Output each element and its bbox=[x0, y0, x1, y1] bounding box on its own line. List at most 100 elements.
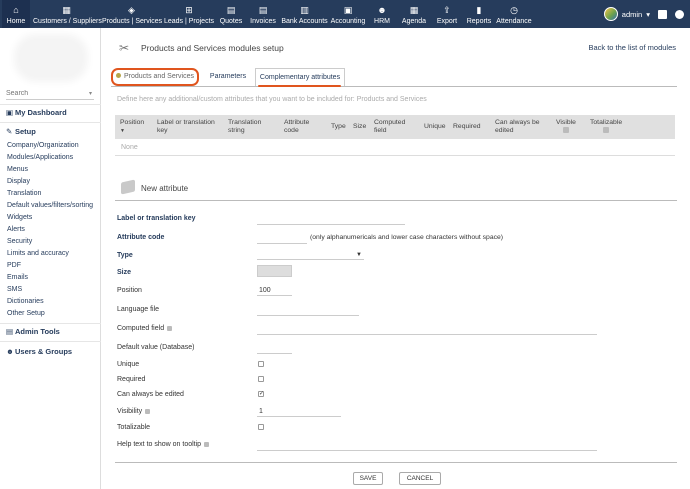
sidebar-item-users-groups[interactable]: ☻Users & Groups bbox=[6, 347, 72, 356]
label-key-input[interactable] bbox=[257, 214, 405, 225]
chevron-down-icon[interactable]: ▾ bbox=[646, 10, 650, 19]
table-header: Position ▼ Label or translation key Trans… bbox=[115, 115, 675, 139]
sidebar-item-emails[interactable]: Emails bbox=[7, 274, 28, 281]
size-input[interactable] bbox=[257, 265, 292, 277]
required-label: Required bbox=[117, 376, 146, 383]
totalizable-checkbox[interactable] bbox=[258, 424, 264, 430]
sidebar-item-alerts[interactable]: Alerts bbox=[7, 226, 25, 233]
column-computed[interactable]: Computed field bbox=[374, 119, 410, 135]
column-position[interactable]: Position ▼ bbox=[120, 119, 144, 135]
type-select[interactable]: ▼ bbox=[257, 250, 364, 260]
help-text-input[interactable] bbox=[257, 440, 597, 451]
top-navigation-bar: ⌂ Home ▦ Customers / Suppliers ◈ Product… bbox=[0, 0, 690, 28]
language-file-input[interactable] bbox=[257, 305, 359, 316]
search-input[interactable] bbox=[6, 88, 94, 100]
invoice-icon: ▤ bbox=[258, 5, 268, 15]
tab-products-and-services[interactable]: Products and Services bbox=[111, 68, 199, 86]
nav-reports[interactable]: ▮ Reports bbox=[466, 0, 492, 28]
chevron-down-icon[interactable]: ▾ bbox=[89, 90, 92, 97]
nav-leads-projects[interactable]: ⊞ Leads | Projects bbox=[163, 0, 215, 28]
nav-invoices[interactable]: ▤ Invoices bbox=[248, 0, 278, 28]
size-label: Size bbox=[117, 269, 132, 276]
nav-agenda[interactable]: ▦ Agenda bbox=[400, 0, 428, 28]
nav-accounting[interactable]: ▣ Accounting bbox=[330, 0, 366, 28]
unique-checkbox[interactable] bbox=[258, 361, 264, 367]
tabs-divider bbox=[111, 86, 677, 87]
cube-icon: ◈ bbox=[128, 5, 135, 15]
form-divider bbox=[115, 200, 677, 201]
column-required[interactable]: Required bbox=[453, 123, 481, 131]
sidebar-item-pdf[interactable]: PDF bbox=[7, 262, 21, 269]
column-visible[interactable]: Visible bbox=[556, 119, 576, 136]
nav-bank-accounts[interactable]: ▥ Bank Accounts bbox=[281, 0, 328, 28]
save-button[interactable]: SAVE bbox=[353, 472, 383, 485]
default-value-input[interactable] bbox=[257, 343, 292, 354]
sidebar-divider bbox=[0, 104, 101, 105]
page-title: Products and Services modules setup bbox=[141, 43, 284, 53]
sidebar-item-setup[interactable]: ✎ Setup bbox=[6, 127, 36, 136]
tab-complementary-attributes[interactable]: Complementary attributes bbox=[255, 68, 345, 86]
column-attribute-code[interactable]: Attribute code bbox=[284, 119, 320, 135]
sidebar-divider bbox=[0, 323, 101, 324]
sidebar-item-default-values[interactable]: Default values/filters/sorting bbox=[7, 202, 93, 209]
logout-icon[interactable] bbox=[675, 9, 684, 19]
sidebar-item-display[interactable]: Display bbox=[7, 178, 30, 185]
label-key-label: Label or translation key bbox=[117, 215, 196, 222]
tab-parameters[interactable]: Parameters bbox=[205, 68, 251, 86]
column-translation[interactable]: Translation string bbox=[228, 119, 268, 135]
chevron-down-icon: ▼ bbox=[356, 252, 362, 258]
help-icon[interactable] bbox=[204, 441, 210, 447]
company-logo bbox=[20, 40, 82, 76]
print-icon[interactable] bbox=[658, 9, 667, 19]
nav-attendance[interactable]: ◷ Attendance bbox=[496, 0, 532, 28]
username[interactable]: admin bbox=[622, 10, 642, 19]
nav-hrm[interactable]: ☻ HRM bbox=[370, 0, 394, 28]
attribute-code-input[interactable] bbox=[257, 233, 307, 244]
tools-icon: ✂ bbox=[119, 41, 130, 55]
visibility-input[interactable] bbox=[257, 406, 341, 417]
sidebar-item-sms[interactable]: SMS bbox=[7, 286, 22, 293]
sidebar-item-security[interactable]: Security bbox=[7, 238, 32, 245]
help-icon[interactable] bbox=[145, 408, 151, 414]
position-input[interactable] bbox=[257, 285, 292, 296]
export-icon: ⇪ bbox=[443, 5, 451, 15]
sidebar-item-my-dashboard[interactable]: ▣ My Dashboard bbox=[6, 108, 67, 117]
cancel-button[interactable]: CANCEL bbox=[399, 472, 441, 485]
type-label: Type bbox=[117, 252, 133, 259]
nav-export[interactable]: ⇪ Export bbox=[434, 0, 460, 28]
sidebar-item-other-setup[interactable]: Other Setup bbox=[7, 310, 45, 317]
sidebar-item-modules[interactable]: Modules/Applications bbox=[7, 154, 73, 161]
home-icon: ⌂ bbox=[13, 5, 19, 15]
column-always-edited[interactable]: Can always be edited bbox=[495, 119, 545, 135]
column-totalizable[interactable]: Totalizable bbox=[590, 119, 622, 136]
language-file-label: Language file bbox=[117, 306, 160, 313]
sidebar-item-company[interactable]: Company/Organization bbox=[7, 142, 79, 149]
intro-text: Define here any additional/custom attrib… bbox=[117, 96, 427, 103]
clock-icon: ◷ bbox=[510, 5, 518, 15]
column-unique[interactable]: Unique bbox=[424, 123, 446, 131]
attribute-code-note: (only alphanumericals and lower case cha… bbox=[310, 234, 504, 241]
nav-home[interactable]: ⌂ Home bbox=[2, 0, 30, 28]
column-type[interactable]: Type bbox=[331, 123, 346, 131]
sidebar-item-limits[interactable]: Limits and accuracy bbox=[7, 250, 69, 257]
back-to-modules-link[interactable]: Back to the list of modules bbox=[588, 43, 676, 52]
column-label[interactable]: Label or translation key bbox=[157, 119, 215, 135]
computed-field-input[interactable] bbox=[257, 324, 597, 335]
required-checkbox[interactable] bbox=[258, 376, 264, 382]
avatar[interactable] bbox=[603, 7, 618, 21]
help-icon[interactable] bbox=[167, 325, 173, 331]
column-size[interactable]: Size bbox=[353, 123, 366, 131]
sidebar-item-widgets[interactable]: Widgets bbox=[7, 214, 32, 221]
product-icon bbox=[115, 73, 121, 78]
nav-quotes[interactable]: ▤ Quotes bbox=[217, 0, 245, 28]
always-edited-checkbox[interactable]: ✓ bbox=[258, 391, 264, 397]
sidebar-item-dictionaries[interactable]: Dictionaries bbox=[7, 298, 44, 305]
sidebar-divider bbox=[0, 341, 101, 342]
nav-products-services[interactable]: ◈ Products | Services bbox=[102, 0, 162, 28]
sidebar-item-menus[interactable]: Menus bbox=[7, 166, 28, 173]
visibility-label: Visibility bbox=[117, 408, 151, 415]
sidebar-item-admin-tools[interactable]: ▤ Admin Tools bbox=[6, 327, 60, 336]
sidebar-item-translation[interactable]: Translation bbox=[7, 190, 41, 197]
user-menu[interactable]: admin ▾ bbox=[603, 6, 684, 22]
nav-customers-suppliers[interactable]: ▦ Customers / Suppliers bbox=[33, 0, 102, 28]
